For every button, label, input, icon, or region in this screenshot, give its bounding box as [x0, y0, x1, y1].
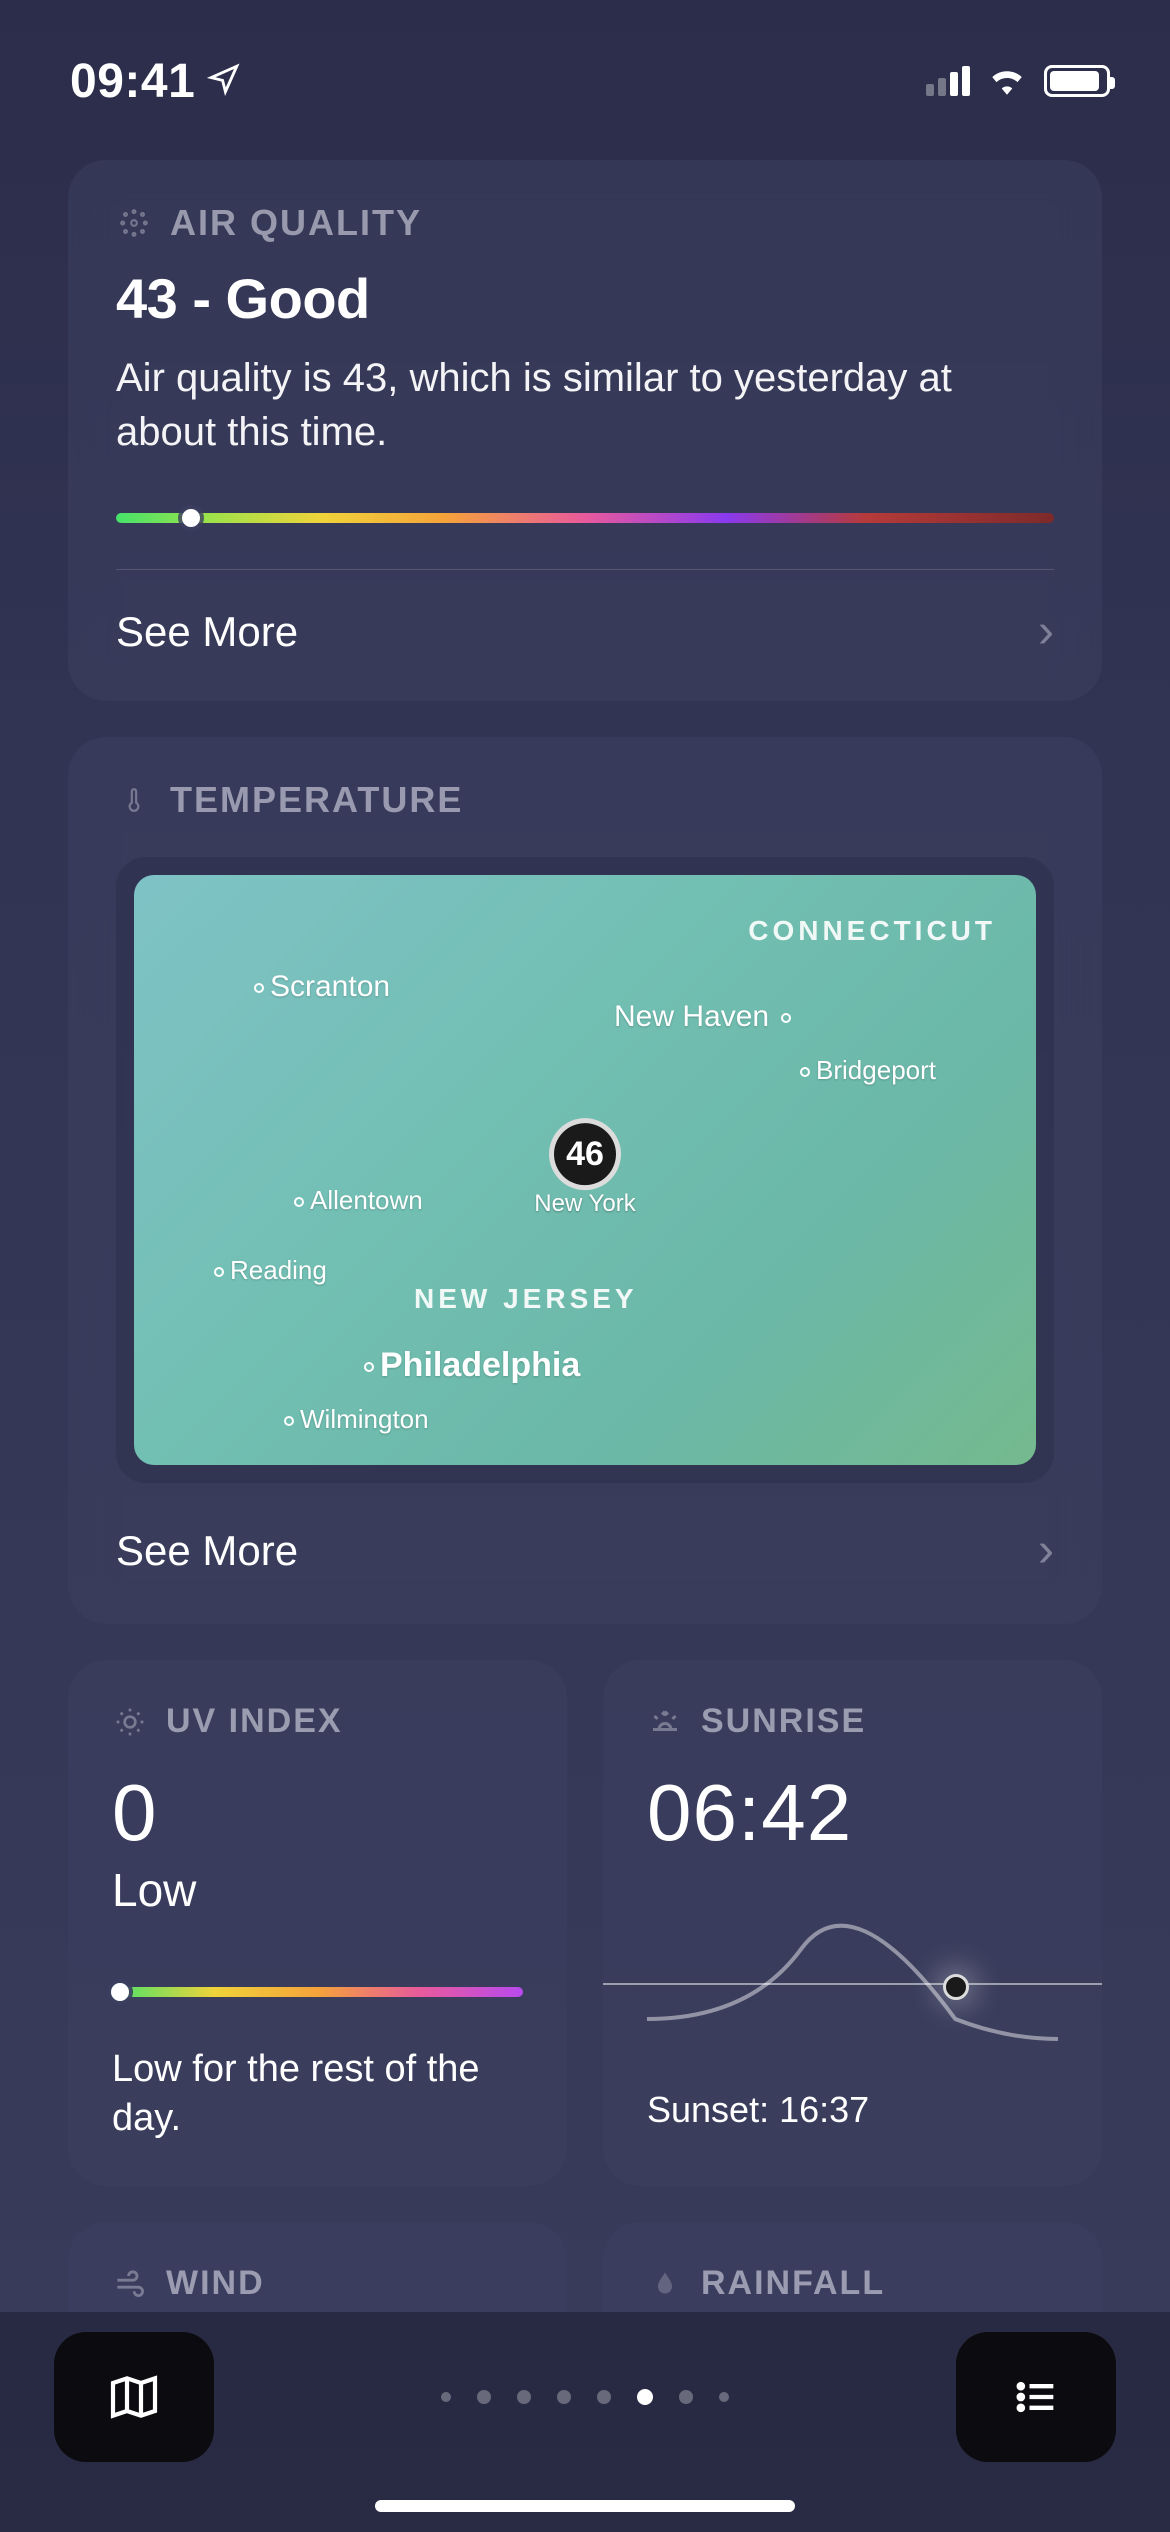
- thermometer-icon: [116, 782, 152, 818]
- uv-value: 0: [112, 1767, 523, 1859]
- air-quality-scale: [116, 513, 1054, 523]
- sun-icon: [112, 1704, 148, 1740]
- raindrop-icon: [647, 2265, 683, 2301]
- chevron-right-icon: ›: [1038, 604, 1054, 659]
- map-city-wilmington: Wilmington: [284, 1404, 429, 1435]
- uv-indicator: [111, 1983, 129, 2001]
- temperature-map-container[interactable]: CONNECTICUT NEW JERSEY Scranton New Have…: [116, 857, 1054, 1483]
- temperature-badge-city: New York: [534, 1190, 635, 1218]
- page-indicator[interactable]: [441, 2389, 729, 2405]
- map-city-scranton: Scranton: [254, 970, 390, 1004]
- temperature-map[interactable]: CONNECTICUT NEW JERSEY Scranton New Have…: [134, 875, 1036, 1465]
- sunset-label: Sunset: 16:37: [647, 2089, 1058, 2131]
- wifi-icon: [986, 63, 1028, 100]
- wind-card[interactable]: WIND N: [68, 2222, 567, 2312]
- wind-icon: [112, 2265, 148, 2301]
- sun-position-indicator: [943, 1974, 969, 2000]
- uv-scale: [112, 1987, 523, 1997]
- map-state-connecticut: CONNECTICUT: [748, 915, 996, 947]
- temperature-title: TEMPERATURE: [170, 779, 463, 821]
- home-indicator[interactable]: [375, 2500, 795, 2512]
- status-time: 09:41: [70, 54, 195, 109]
- cellular-signal-icon: [926, 66, 970, 96]
- sunrise-title: SUNRISE: [701, 1702, 866, 1741]
- air-quality-description: Air quality is 43, which is similar to y…: [116, 351, 1054, 459]
- uv-index-card[interactable]: UV INDEX 0 Low Low for the rest of the d…: [68, 1660, 567, 2186]
- air-quality-see-more[interactable]: See More ›: [116, 570, 1054, 659]
- map-city-philadelphia: Philadelphia: [364, 1346, 580, 1385]
- sun-curve: [647, 1899, 1058, 2049]
- sunrise-card[interactable]: SUNRISE 06:42 Sunset: 16:37: [603, 1660, 1102, 2186]
- air-quality-indicator: [182, 509, 200, 527]
- location-arrow-icon: [207, 62, 241, 101]
- wind-title: WIND: [166, 2264, 265, 2303]
- status-bar: 09:41: [0, 0, 1170, 120]
- air-quality-card[interactable]: AIR QUALITY 43 - Good Air quality is 43,…: [68, 160, 1102, 701]
- map-state-newjersey: NEW JERSEY: [414, 1283, 638, 1315]
- battery-icon: [1044, 65, 1110, 97]
- uv-level: Low: [112, 1863, 523, 1917]
- temperature-card[interactable]: TEMPERATURE CONNECTICUT NEW JERSEY Scran…: [68, 737, 1102, 1624]
- sunrise-icon: [647, 1704, 683, 1740]
- uv-title: UV INDEX: [166, 1702, 343, 1741]
- map-city-newhaven: New Haven: [614, 1000, 797, 1034]
- list-button[interactable]: [956, 2332, 1116, 2462]
- air-quality-value: 43 - Good: [116, 266, 1054, 331]
- uv-note: Low for the rest of the day.: [112, 2045, 523, 2144]
- temperature-see-more[interactable]: See More ›: [116, 1483, 1054, 1578]
- chevron-right-icon: ›: [1038, 1523, 1054, 1578]
- air-quality-title: AIR QUALITY: [170, 202, 422, 244]
- map-button[interactable]: [54, 2332, 214, 2462]
- rainfall-title: RAINFALL: [701, 2264, 885, 2303]
- sunrise-value: 06:42: [647, 1767, 1058, 1859]
- map-city-bridgeport: Bridgeport: [800, 1055, 936, 1086]
- bottom-toolbar: [0, 2312, 1170, 2532]
- rainfall-card[interactable]: RAINFALL 0": [603, 2222, 1102, 2312]
- map-city-allentown: Allentown: [294, 1185, 423, 1216]
- temperature-badge: 46: [549, 1118, 621, 1190]
- air-quality-icon: [116, 205, 152, 241]
- map-city-reading: Reading: [214, 1255, 327, 1286]
